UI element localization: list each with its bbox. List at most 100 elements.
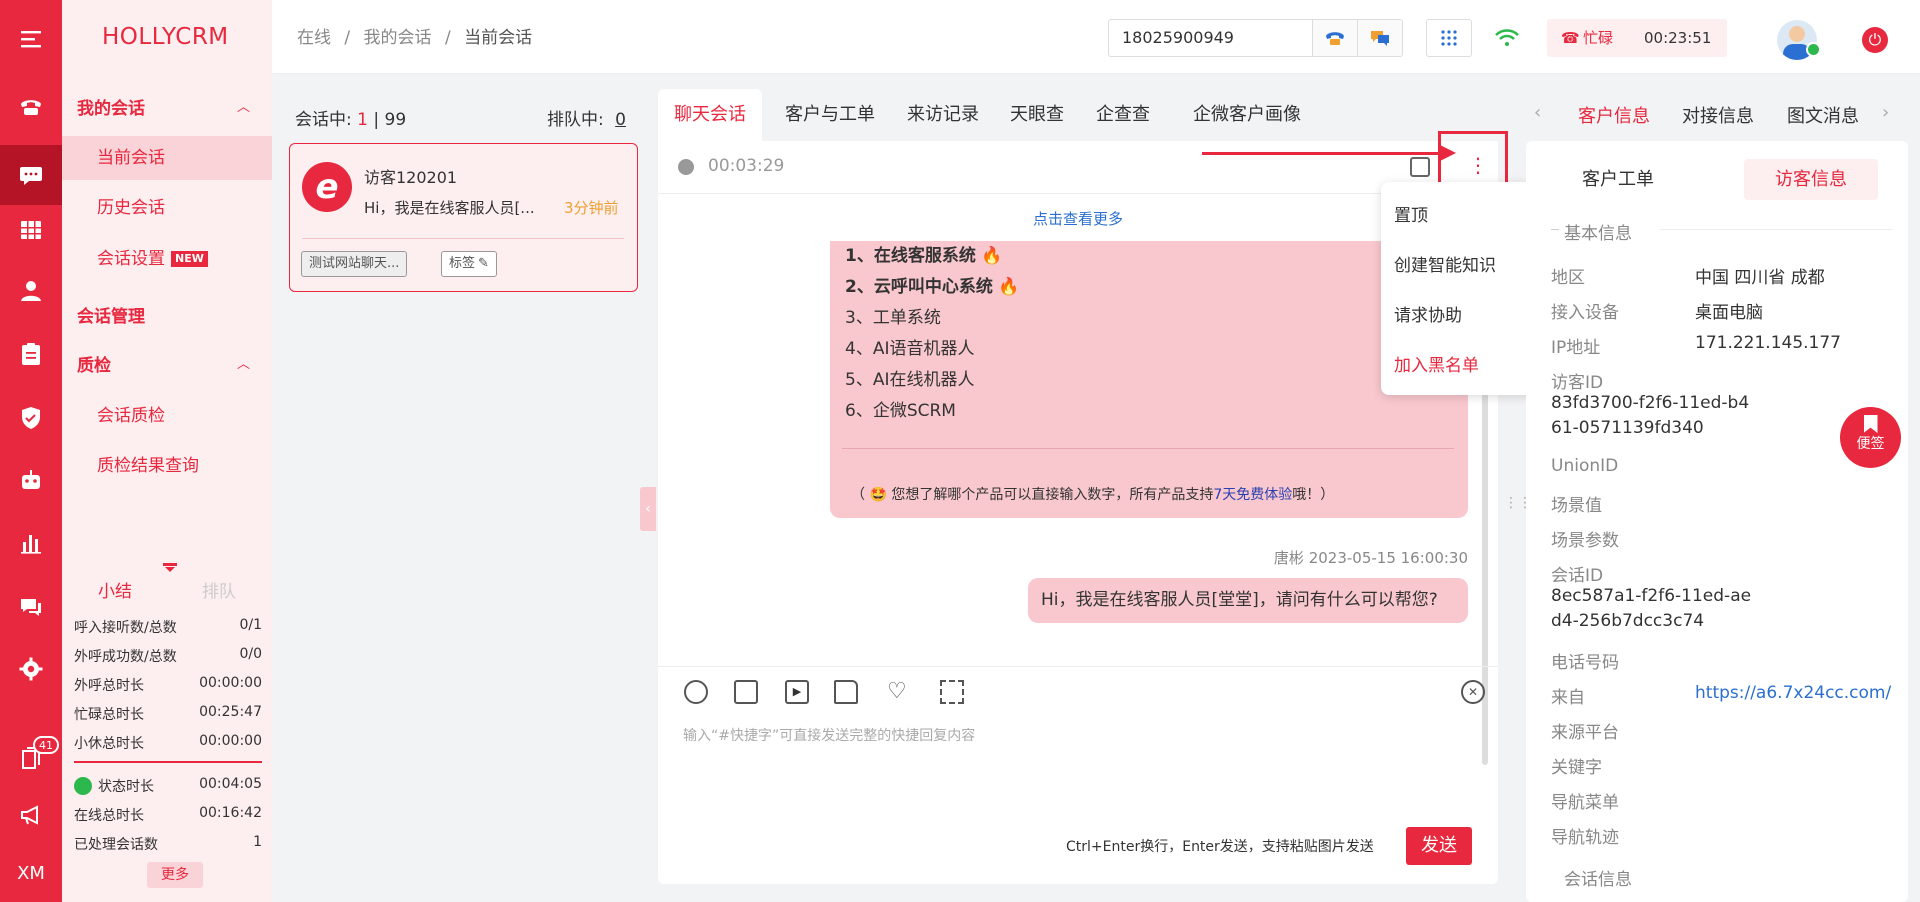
user-icon[interactable] xyxy=(0,269,62,313)
tab-tianyancha[interactable]: 天眼查 xyxy=(1000,89,1074,141)
more-button[interactable]: 更多 xyxy=(147,862,203,888)
phone-icon xyxy=(1326,32,1344,45)
tab-visit-record[interactable]: 来访记录 xyxy=(898,89,988,141)
menu-group-session-management[interactable]: 会话管理 xyxy=(77,302,145,327)
session-card[interactable]: e 访客120201 Hi，我是在线客服人员[... 3分钟前 测试网站聊天..… xyxy=(289,143,638,292)
close-circle-icon[interactable]: ✕ xyxy=(1461,680,1485,704)
view-more-link[interactable]: 点击查看更多 xyxy=(1033,208,1123,229)
product-line: 5、AI在线机器人 xyxy=(845,370,975,390)
menu-item-session-settings[interactable]: 会话设置 NEW xyxy=(62,237,272,281)
sticky-note-button[interactable]: 便签 xyxy=(1840,407,1901,468)
agent-message-bubble: Hi，我是在线客服人员[堂堂]，请问有什么可以帮您? xyxy=(1028,578,1468,623)
menu-item-pin[interactable]: 置顶 xyxy=(1394,201,1428,226)
field-link[interactable]: https://a6.7x24cc.com/ xyxy=(1695,683,1891,703)
tab-queue[interactable]: 排队 xyxy=(202,577,236,602)
dial-button[interactable] xyxy=(1312,19,1358,57)
hint-text: （ 🤩 您想了解哪个产品可以直接输入数字，所有产品支持7天免费体验哦！） xyxy=(851,484,1334,504)
stat-row: 状态时长 00:04:05 xyxy=(74,776,262,796)
keypad-button[interactable] xyxy=(1426,19,1472,57)
breadcrumb-separator: / xyxy=(444,28,451,48)
subtab-visitor-info[interactable]: 访客信息 xyxy=(1744,159,1878,200)
bar-chart-icon[interactable] xyxy=(0,521,62,565)
check-circle-icon xyxy=(74,777,92,795)
hint-pre: （ 🤩 您想了解哪个产品可以直接输入数字，所有产品支持 xyxy=(851,487,1214,503)
brand-logo: HOLLYCRM xyxy=(102,24,229,50)
robot-icon[interactable] xyxy=(0,458,62,502)
stat-label: 忙碌总时长 xyxy=(74,707,144,723)
tab-qichacha[interactable]: 企查查 xyxy=(1086,89,1160,141)
online-status-icon xyxy=(1806,42,1821,57)
menu-group-my-sessions[interactable]: 我的会话 ︿ xyxy=(77,94,250,119)
hamburger-menu-icon[interactable] xyxy=(0,17,62,61)
chevron-up-icon: ︿ xyxy=(237,100,251,115)
chevron-right-icon[interactable]: › xyxy=(1882,102,1889,123)
phone-icon[interactable] xyxy=(0,84,62,128)
more-actions-menu: 置顶 创建智能知识 请求协助 加入黑名单 xyxy=(1381,182,1539,395)
qrcode-icon[interactable] xyxy=(940,680,964,704)
field-label: 场景参数 xyxy=(1551,531,1619,551)
tab-docking-info[interactable]: 对接信息 xyxy=(1682,102,1754,128)
message-input[interactable]: 输入“#快捷字”可直接发送完整的快捷回复内容 xyxy=(683,725,975,745)
message-icon[interactable] xyxy=(0,585,62,629)
chevron-left-icon[interactable]: ‹ xyxy=(1534,102,1541,123)
shield-icon[interactable] xyxy=(0,396,62,440)
stat-value: 00:00:00 xyxy=(199,733,262,749)
image-icon[interactable] xyxy=(734,680,758,704)
product-line: 1、在线客服系统 🔥 xyxy=(845,241,1002,266)
source-chip[interactable]: 测试网站聊天... xyxy=(301,251,408,277)
tab-customer-ticket[interactable]: 客户与工单 xyxy=(778,89,882,141)
breadcrumb-item[interactable]: 我的会话 xyxy=(364,28,432,48)
field-label: 导航菜单 xyxy=(1551,793,1619,813)
menu-item-current-session[interactable]: 当前会话 xyxy=(62,136,272,180)
gear-icon[interactable] xyxy=(0,647,62,691)
wifi-icon xyxy=(1492,24,1522,52)
menu-group-quality[interactable]: 质检 ︿ xyxy=(77,351,250,376)
fire-icon: 🔥 xyxy=(998,277,1020,297)
megaphone-icon[interactable] xyxy=(0,793,62,837)
stat-label: 在线总时长 xyxy=(74,808,144,824)
clipboard-icon[interactable] xyxy=(0,332,62,376)
collapse-panel-handle[interactable]: ‹ xyxy=(640,487,656,531)
grid-icon[interactable] xyxy=(0,208,62,252)
field-label: 场景值 xyxy=(1551,496,1602,516)
field-value: 171.221.145.177 xyxy=(1695,333,1842,353)
browser-icon: e xyxy=(302,162,352,212)
chat-transfer-button[interactable] xyxy=(1357,19,1403,57)
visitor-info-panel: 客户工单 访客信息 基本信息 地区 中国 四川省 成都 接入设备 桌面电脑 IP… xyxy=(1526,141,1908,902)
agent-status[interactable]: ☎ 忙碌 00:23:51 xyxy=(1547,19,1727,57)
phone-number-input[interactable]: 18025900949 xyxy=(1108,19,1313,57)
menu-item-quality-results[interactable]: 质检结果查询 xyxy=(62,444,272,488)
breadcrumb-item[interactable]: 在线 xyxy=(297,28,331,48)
session-duration: 00:03:29 xyxy=(708,156,785,176)
tag-chip[interactable]: 标签 ✎ xyxy=(441,251,497,277)
field-label: 接入设备 xyxy=(1551,303,1619,323)
top-bar: 在线 / 我的会话 / 当前会话 18025900949 ☎ 忙碌 00:23:… xyxy=(272,0,1920,74)
resize-handle-icon[interactable]: ⋮⋮ xyxy=(1504,496,1532,528)
video-icon[interactable]: ▶ xyxy=(785,680,809,704)
chat-icon[interactable] xyxy=(0,145,62,205)
tab-chat[interactable]: 聊天会话 xyxy=(658,89,762,141)
menu-item-blacklist[interactable]: 加入黑名单 xyxy=(1394,351,1479,376)
stat-label: 小休总时长 xyxy=(74,736,144,752)
menu-item-create-knowledge[interactable]: 创建智能知识 xyxy=(1394,251,1496,276)
tab-rich-message[interactable]: 图文消息 xyxy=(1787,102,1859,128)
menu-item-history-session[interactable]: 历史会话 xyxy=(62,186,272,230)
folder-icon[interactable] xyxy=(834,680,858,704)
power-icon[interactable]: ⏻ xyxy=(1862,27,1888,53)
field-value: 8ec587a1-f2f6-11ed-ae xyxy=(1551,586,1752,606)
subtab-customer-ticket[interactable]: 客户工单 xyxy=(1551,159,1685,200)
queue-number[interactable]: 0 xyxy=(615,110,626,130)
stat-value: 00:16:42 xyxy=(199,805,262,821)
send-button[interactable]: 发送 xyxy=(1406,827,1472,865)
collapse-handle-icon[interactable] xyxy=(163,563,177,566)
share-icon[interactable] xyxy=(1410,157,1430,177)
tab-customer-info[interactable]: 客户信息 xyxy=(1578,102,1650,128)
menu-item-request-help[interactable]: 请求协助 xyxy=(1394,301,1462,326)
heart-icon[interactable]: ♡ xyxy=(887,680,911,704)
tab-summary[interactable]: 小结 xyxy=(98,577,132,602)
menu-group-label: 我的会话 xyxy=(77,99,145,119)
menu-item-session-quality[interactable]: 会话质检 xyxy=(62,394,272,438)
tab-wecom-profile[interactable]: 企微客户画像 xyxy=(1172,89,1322,141)
emoji-icon[interactable] xyxy=(684,680,708,704)
stat-value: 1 xyxy=(253,834,262,850)
